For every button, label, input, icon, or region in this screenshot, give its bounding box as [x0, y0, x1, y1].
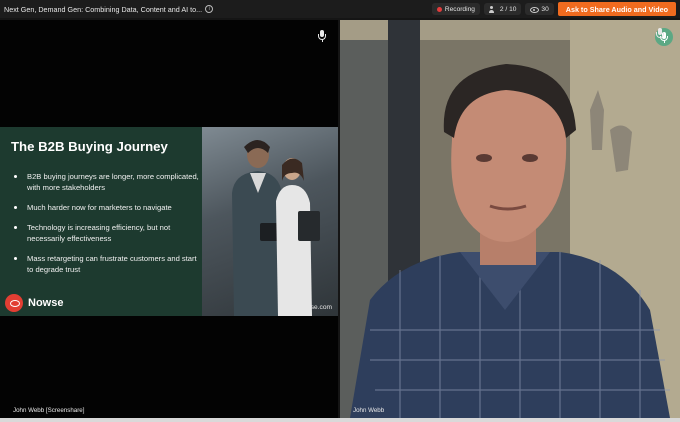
slide-photo — [202, 127, 338, 316]
tile-name-label: John Webb [Screenshare] — [13, 407, 85, 414]
viewers-value: 30 — [541, 5, 549, 13]
nowse-logo-icon — [5, 294, 23, 312]
info-icon[interactable]: i — [205, 5, 214, 13]
top-bar: Next Gen, Demand Gen: Combining Data, Co… — [0, 0, 680, 18]
session-title: Next Gen, Demand Gen: Combining Data, Co… — [0, 5, 432, 14]
shared-slide: The B2B Buying Journey B2B buying journe… — [0, 127, 338, 316]
camera-tile[interactable]: John Webb — [340, 20, 680, 418]
slide-title: The B2B Buying Journey — [11, 139, 168, 154]
slide-bullet: Mass retargeting can frustrate customers… — [13, 253, 203, 275]
share-audio-video-button[interactable]: Ask to Share Audio and Video — [557, 2, 676, 16]
people-icon — [488, 5, 497, 13]
microphone-icon[interactable] — [317, 30, 327, 42]
slide-bullet: Technology is increasing efficiency, but… — [13, 222, 203, 244]
slide-bullets: B2B buying journeys are longer, more com… — [13, 171, 203, 284]
slide-logo: Nowse — [5, 294, 63, 312]
camera-feed — [340, 20, 680, 418]
person-photo — [276, 158, 320, 316]
record-dot-icon — [436, 6, 442, 12]
logo-text: Nowse — [28, 297, 64, 309]
screenshare-tile[interactable]: The B2B Buying Journey B2B buying journe… — [0, 20, 338, 418]
slide-website: nowse.com — [298, 304, 332, 311]
participants-count[interactable]: 2 / 10 — [483, 3, 522, 15]
recording-label: Recording — [444, 5, 475, 13]
recording-indicator: Recording — [431, 3, 480, 15]
tile-name-label: John Webb — [353, 407, 385, 414]
active-microphone-icon[interactable] — [655, 28, 673, 46]
browser-status-bar — [0, 418, 680, 422]
slide-bullet: Much harder now for marketers to navigat… — [13, 202, 203, 213]
eye-icon — [530, 6, 540, 13]
slide-bullet: B2B buying journeys are longer, more com… — [13, 171, 203, 193]
session-title-text: Next Gen, Demand Gen: Combining Data, Co… — [4, 4, 203, 14]
participants-value: 2 / 10 — [499, 5, 517, 13]
viewers-count[interactable]: 30 — [525, 3, 554, 15]
